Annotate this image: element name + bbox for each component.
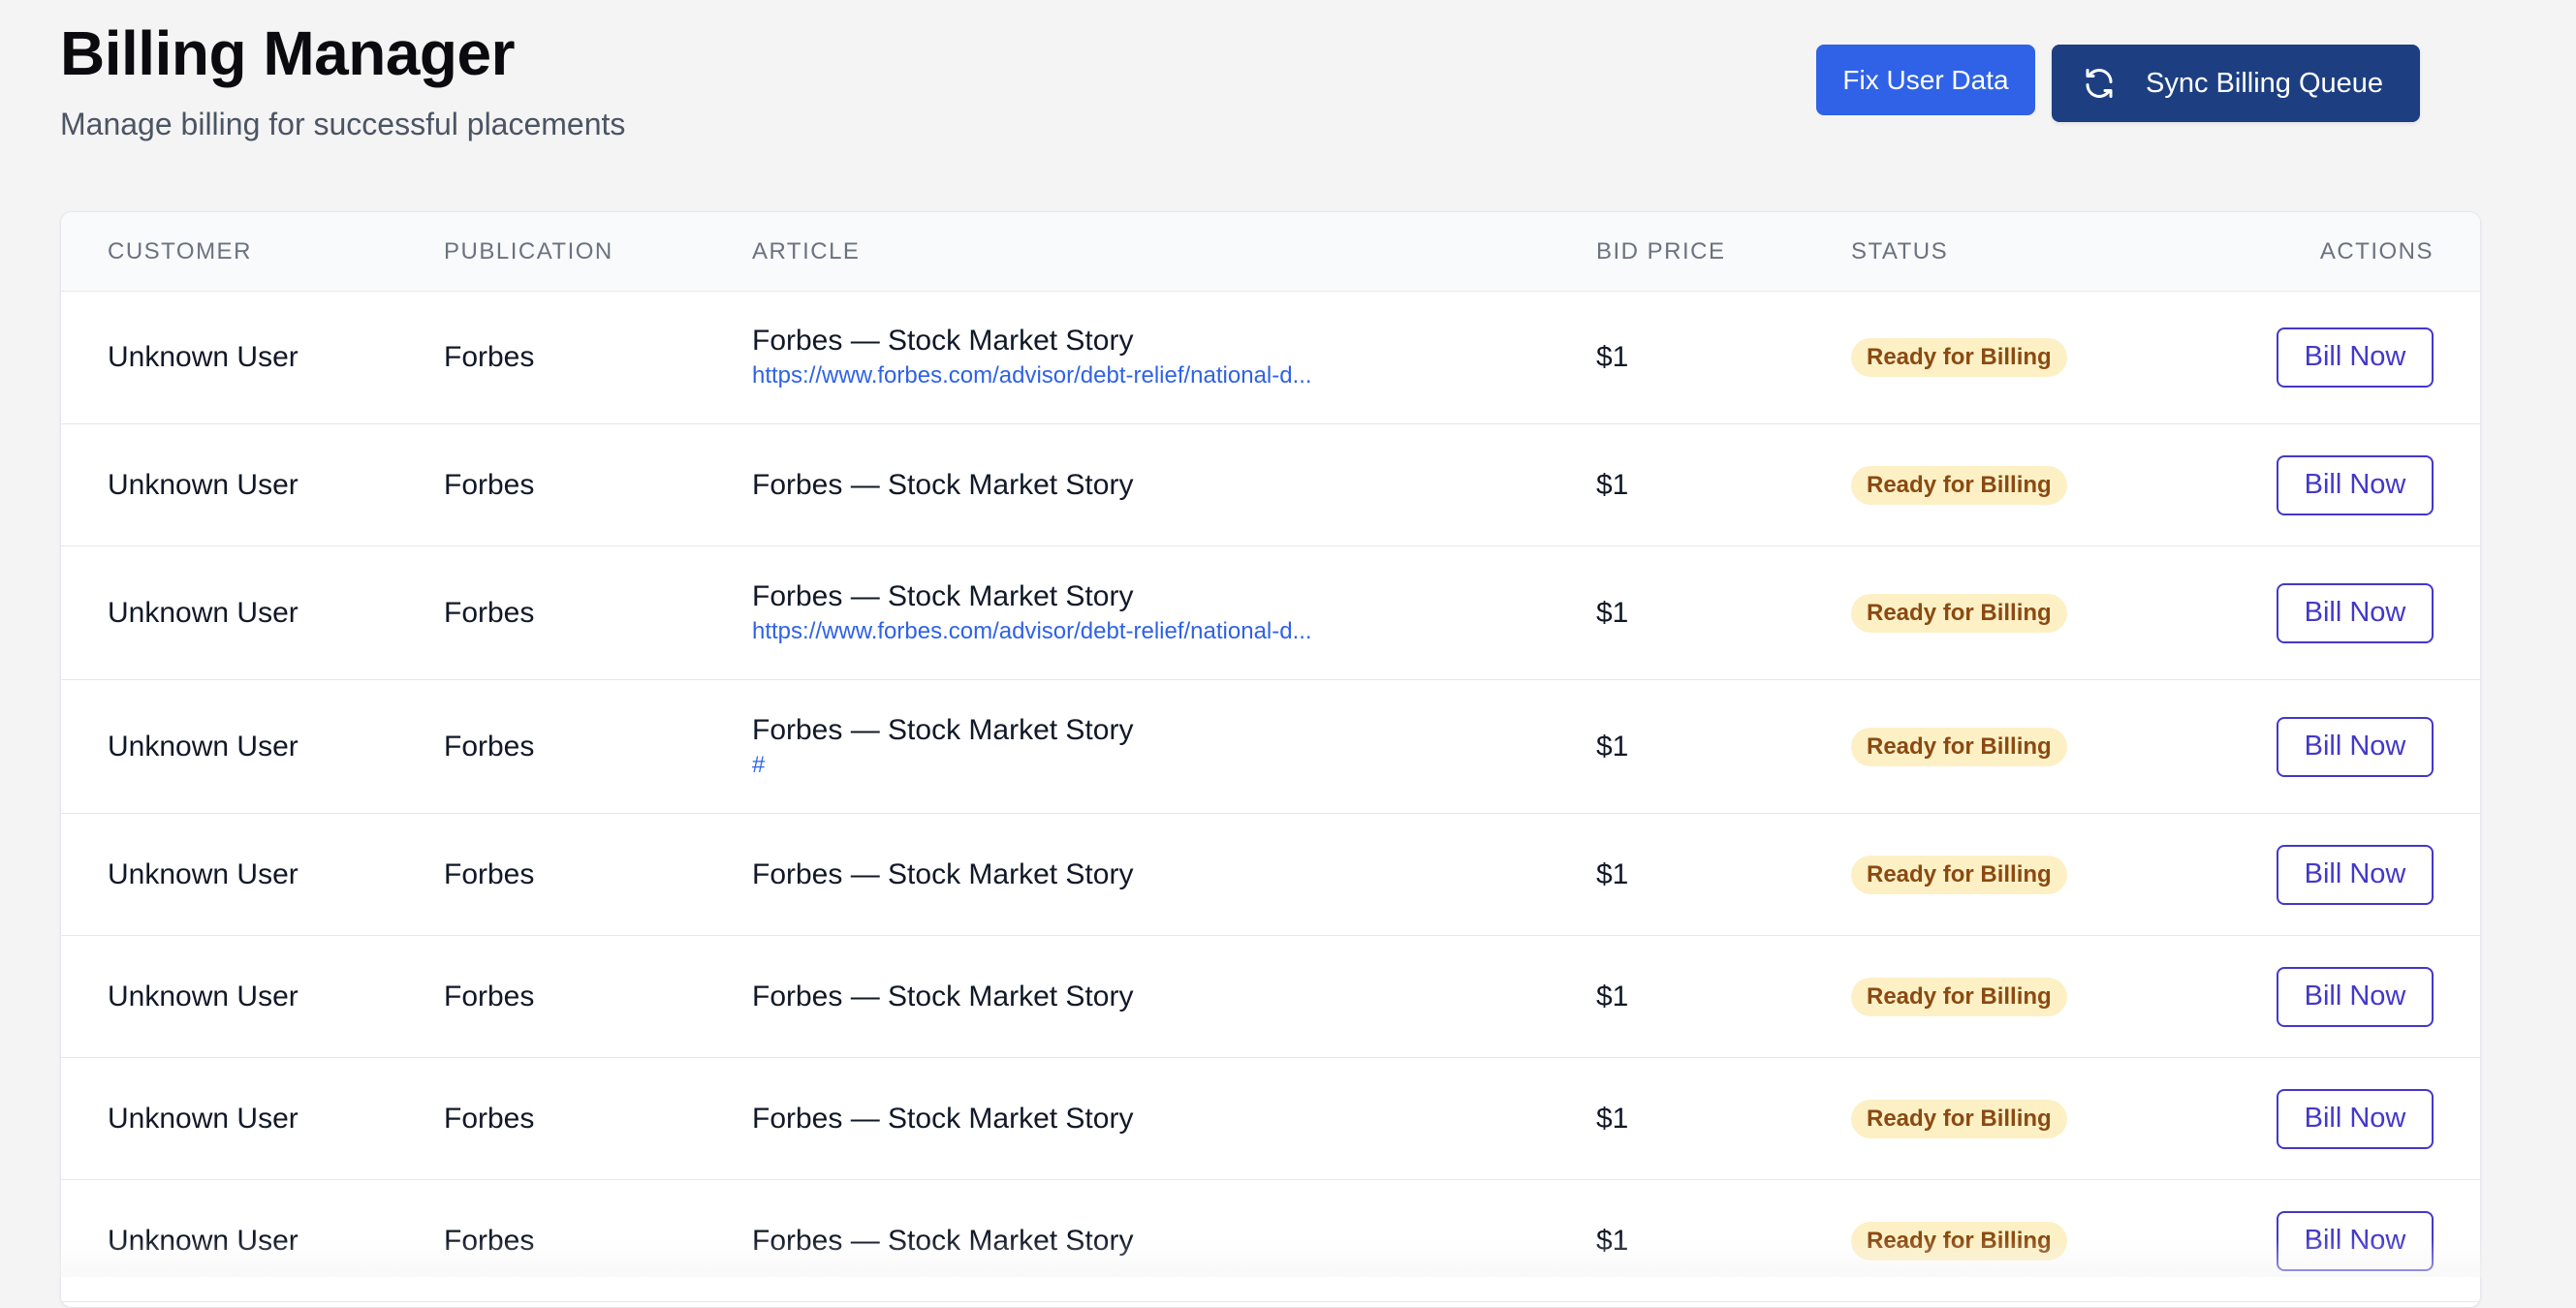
status-badge: Ready for Billing [1851,727,2067,766]
column-header-bid-price: BID PRICE [1596,238,1726,265]
refresh-icon [2082,66,2117,101]
status-badge: Ready for Billing [1851,977,2067,1016]
actions-cell: Bill Now [2277,814,2434,935]
publication-cell: Forbes [444,468,535,501]
publication-cell: Forbes [444,340,535,373]
actions-cell: Bill Now [2277,936,2434,1057]
actions-cell: Bill Now [2277,291,2434,423]
page-subtitle: Manage billing for successful placements [60,107,626,141]
status-badge: Ready for Billing [1851,593,2067,633]
customer-cell: Unknown User [108,1224,298,1257]
bill-now-button[interactable]: Bill Now [2277,582,2434,643]
table-row: Unknown User Forbes Forbes — Stock Marke… [61,1180,2480,1302]
customer-cell: Unknown User [108,596,298,629]
customer-cell: Unknown User [108,857,298,890]
table-body: Unknown User Forbes Forbes — Stock Marke… [61,291,2480,1302]
sync-billing-queue-label: Sync Billing Queue [2146,67,2384,99]
bill-now-button[interactable]: Bill Now [2277,1210,2434,1271]
article-cell: Forbes — Stock Market Story [752,1058,1527,1179]
bid-price-cell: $1 [1596,980,1629,1012]
status-cell: Ready for Billing [1851,424,2142,545]
status-cell: Ready for Billing [1851,936,2142,1057]
status-badge: Ready for Billing [1851,1099,2067,1138]
actions-cell: Bill Now [2277,680,2434,813]
page-title: Billing Manager [60,18,516,88]
table-row: Unknown User Forbes Forbes — Stock Marke… [61,1058,2480,1180]
publication-cell: Forbes [444,596,535,629]
publication-cell: Forbes [444,1102,535,1135]
customer-cell: Unknown User [108,1102,298,1135]
bid-price-cell: $1 [1596,1102,1629,1135]
article-title: Forbes — Stock Market Story [752,1224,1134,1257]
bid-price-cell: $1 [1596,340,1629,373]
article-title: Forbes — Stock Market Story [752,1102,1134,1135]
publication-cell: Forbes [444,857,535,890]
status-cell: Ready for Billing [1851,1180,2142,1301]
table-header: CUSTOMER PUBLICATION ARTICLE BID PRICE S… [61,212,2480,292]
article-link[interactable]: https://www.forbes.com/advisor/debt-reli… [752,616,1312,647]
article-link[interactable]: https://www.forbes.com/advisor/debt-reli… [752,360,1312,391]
article-title: Forbes — Stock Market Story [752,980,1134,1012]
bid-price-cell: $1 [1596,1224,1629,1257]
article-cell: Forbes — Stock Market Story https://www.… [752,546,1527,679]
customer-cell: Unknown User [108,468,298,501]
billing-table: CUSTOMER PUBLICATION ARTICLE BID PRICE S… [60,211,2481,1308]
article-title: Forbes — Stock Market Story [752,324,1134,357]
article-title: Forbes — Stock Market Story [752,857,1134,890]
table-row: Unknown User Forbes Forbes — Stock Marke… [61,546,2480,680]
article-cell: Forbes — Stock Market Story [752,814,1527,935]
table-row: Unknown User Forbes Forbes — Stock Marke… [61,936,2480,1058]
column-header-customer: CUSTOMER [108,238,252,265]
table-row: Unknown User Forbes Forbes — Stock Marke… [61,291,2480,424]
status-badge: Ready for Billing [1851,1221,2067,1261]
table-row: Unknown User Forbes Forbes — Stock Marke… [61,424,2480,546]
status-cell: Ready for Billing [1851,680,2142,813]
article-title: Forbes — Stock Market Story [752,579,1134,612]
status-badge: Ready for Billing [1851,855,2067,894]
article-title: Forbes — Stock Market Story [752,468,1134,501]
actions-cell: Bill Now [2277,546,2434,679]
status-badge: Ready for Billing [1851,465,2067,505]
bill-now-button[interactable]: Bill Now [2277,1088,2434,1149]
bill-now-button[interactable]: Bill Now [2277,716,2434,777]
publication-cell: Forbes [444,1224,535,1257]
publication-cell: Forbes [444,730,535,763]
bid-price-cell: $1 [1596,730,1629,763]
status-cell: Ready for Billing [1851,546,2142,679]
customer-cell: Unknown User [108,340,298,373]
bid-price-cell: $1 [1596,596,1629,629]
article-link[interactable]: # [752,750,765,781]
column-header-actions: ACTIONS [2319,238,2434,265]
column-header-article: ARTICLE [752,238,861,265]
actions-cell: Bill Now [2277,1180,2434,1301]
article-cell: Forbes — Stock Market Story https://www.… [752,291,1527,423]
actions-cell: Bill Now [2277,1058,2434,1179]
bill-now-button[interactable]: Bill Now [2277,966,2434,1027]
status-cell: Ready for Billing [1851,291,2142,423]
article-cell: Forbes — Stock Market Story [752,936,1527,1057]
fix-user-data-button[interactable]: Fix User Data [1816,45,2035,115]
bill-now-button[interactable]: Bill Now [2277,327,2434,388]
article-cell: Forbes — Stock Market Story # [752,680,1527,813]
article-cell: Forbes — Stock Market Story [752,1180,1527,1301]
bill-now-button[interactable]: Bill Now [2277,844,2434,905]
bill-now-button[interactable]: Bill Now [2277,454,2434,515]
status-cell: Ready for Billing [1851,1058,2142,1179]
article-cell: Forbes — Stock Market Story [752,424,1527,545]
article-title: Forbes — Stock Market Story [752,713,1134,746]
column-header-publication: PUBLICATION [444,238,613,265]
publication-cell: Forbes [444,980,535,1012]
bid-price-cell: $1 [1596,857,1629,890]
column-header-status: STATUS [1851,238,1949,265]
customer-cell: Unknown User [108,730,298,763]
sync-billing-queue-button[interactable]: Sync Billing Queue [2052,45,2420,122]
table-row: Unknown User Forbes Forbes — Stock Marke… [61,680,2480,814]
customer-cell: Unknown User [108,980,298,1012]
table-row: Unknown User Forbes Forbes — Stock Marke… [61,814,2480,936]
status-badge: Ready for Billing [1851,337,2067,377]
status-cell: Ready for Billing [1851,814,2142,935]
actions-cell: Bill Now [2277,424,2434,545]
bid-price-cell: $1 [1596,468,1629,501]
